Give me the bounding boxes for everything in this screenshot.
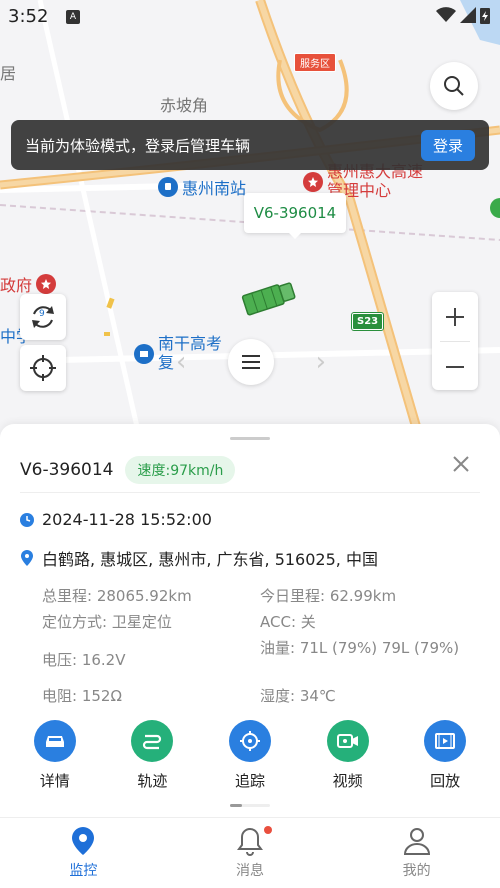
sheet-handle[interactable] xyxy=(230,437,270,440)
page-indicator xyxy=(230,804,270,807)
minus-icon xyxy=(446,365,464,368)
route-icon xyxy=(131,720,174,762)
fuel-level: 油量: 71L (79%) 79L (79%) xyxy=(260,639,460,657)
playback-action[interactable]: 回放 xyxy=(396,720,494,791)
locate-button[interactable] xyxy=(20,345,66,391)
tab-profile[interactable]: 我的 xyxy=(333,818,500,888)
menu-button[interactable] xyxy=(228,339,274,385)
wifi-icon xyxy=(436,7,456,22)
poi-huizhou-south-station[interactable]: 惠州南站 xyxy=(158,175,246,199)
tab-label: 消息 xyxy=(236,863,264,879)
battery-icon xyxy=(480,8,490,24)
tab-messages[interactable]: 消息 xyxy=(167,818,334,888)
vehicle-truck-icon[interactable] xyxy=(240,280,298,320)
trial-mode-banner: 当前为体验模式，登录后管理车辆 登录 xyxy=(11,120,489,170)
clock-icon xyxy=(20,512,34,527)
divider xyxy=(20,492,480,493)
bottom-tab-bar: 监控 消息 我的 xyxy=(0,817,500,888)
notification-icon: A xyxy=(66,10,80,24)
action-label: 回放 xyxy=(430,772,461,790)
train-station-icon xyxy=(158,177,178,197)
prev-arrow-icon[interactable]: ‹ xyxy=(176,347,186,377)
humidity: 湿度: 34℃ xyxy=(260,687,336,705)
rotate-button[interactable]: 9 xyxy=(20,294,66,340)
acc-status: ACC: 关 xyxy=(260,613,316,631)
poi-label: 政府 xyxy=(0,276,33,295)
signal-icon xyxy=(460,7,476,23)
zoom-in-button[interactable] xyxy=(432,292,478,341)
poi-label-2: 复 xyxy=(158,353,175,372)
vehicle-plate-bubble[interactable]: V6-396014 xyxy=(244,193,346,239)
government-star-icon xyxy=(303,172,323,192)
school-icon xyxy=(134,344,154,364)
close-icon xyxy=(453,456,469,472)
vehicle-plate: V6-396014 xyxy=(20,460,114,480)
government-star-icon xyxy=(36,274,57,294)
video-action[interactable]: 视频 xyxy=(299,720,397,791)
today-mileage: 今日里程: 62.99km xyxy=(260,587,397,605)
location-pin-icon xyxy=(21,550,33,566)
bell-icon xyxy=(237,827,263,856)
close-button[interactable] xyxy=(452,454,470,479)
voltage: 电压: 16.2V xyxy=(42,651,126,669)
login-button[interactable]: 登录 xyxy=(420,129,475,161)
poi-government[interactable]: 政府 xyxy=(0,272,57,296)
resistance: 电阻: 152Ω xyxy=(42,687,122,705)
search-icon xyxy=(444,76,464,96)
service-area-badge: 服务区 xyxy=(294,53,336,72)
map-label-left: 居 xyxy=(0,64,17,83)
crosshair-icon xyxy=(30,355,56,381)
action-label: 视频 xyxy=(332,772,363,790)
next-arrow-icon[interactable]: › xyxy=(316,347,326,377)
action-label: 轨迹 xyxy=(137,772,168,790)
target-icon xyxy=(228,720,271,762)
user-icon xyxy=(403,828,430,855)
film-icon xyxy=(424,720,467,762)
search-button[interactable] xyxy=(430,62,478,110)
map-view[interactable]: 服务区 S23 居 赤坡角 惠州南站 惠州惠大高速管理中心 政府 中学 南干高考… xyxy=(0,0,500,440)
positioning-mode: 定位方式: 卫星定位 xyxy=(42,613,172,631)
zoom-out-button[interactable] xyxy=(432,342,478,391)
hamburger-icon xyxy=(242,355,260,369)
vehicle-carousel: ‹ › xyxy=(176,338,326,386)
time-row: 2024-11-28 15:52:00 xyxy=(20,510,212,529)
status-time: 3:52 xyxy=(8,6,49,27)
details-action[interactable]: 详情 xyxy=(6,720,104,791)
video-camera-icon xyxy=(326,720,369,762)
gps-time: 2024-11-28 15:52:00 xyxy=(42,510,212,529)
plus-icon xyxy=(446,307,464,326)
location-pin-icon xyxy=(72,827,95,855)
poi-label: 惠州南站 xyxy=(182,179,247,198)
map-label-chipo: 赤坡角 xyxy=(160,96,209,115)
car-icon xyxy=(33,720,76,762)
action-label: 详情 xyxy=(39,772,70,790)
unread-dot xyxy=(263,826,272,834)
tab-monitor[interactable]: 监控 xyxy=(0,818,167,888)
vehicle-info-sheet: V6-396014 速度:97km/h 2024-11-28 15:52:00 … xyxy=(0,424,500,817)
address: 白鹤路, 惠城区, 惠州市, 广东省, 516025, 中国 xyxy=(42,550,378,569)
speed-badge: 速度:97km/h xyxy=(125,456,236,484)
road-number-badge: S23 xyxy=(352,313,384,330)
track-action[interactable]: 轨迹 xyxy=(104,720,202,791)
zoom-controls xyxy=(432,292,478,390)
trial-mode-message: 当前为体验模式，登录后管理车辆 xyxy=(25,136,251,155)
rotate-count: 9 xyxy=(39,309,45,319)
tab-label: 监控 xyxy=(69,863,98,879)
action-label: 追踪 xyxy=(234,772,265,790)
action-bar: 详情 轨迹 追踪 视频 回放 xyxy=(0,720,500,791)
total-mileage: 总里程: 28065.92km xyxy=(42,587,192,605)
address-row: 白鹤路, 惠城区, 惠州市, 广东省, 516025, 中国 xyxy=(20,546,378,570)
tab-label: 我的 xyxy=(402,863,431,879)
follow-action[interactable]: 追踪 xyxy=(201,720,299,791)
status-bar: 3:52 A xyxy=(0,0,500,34)
